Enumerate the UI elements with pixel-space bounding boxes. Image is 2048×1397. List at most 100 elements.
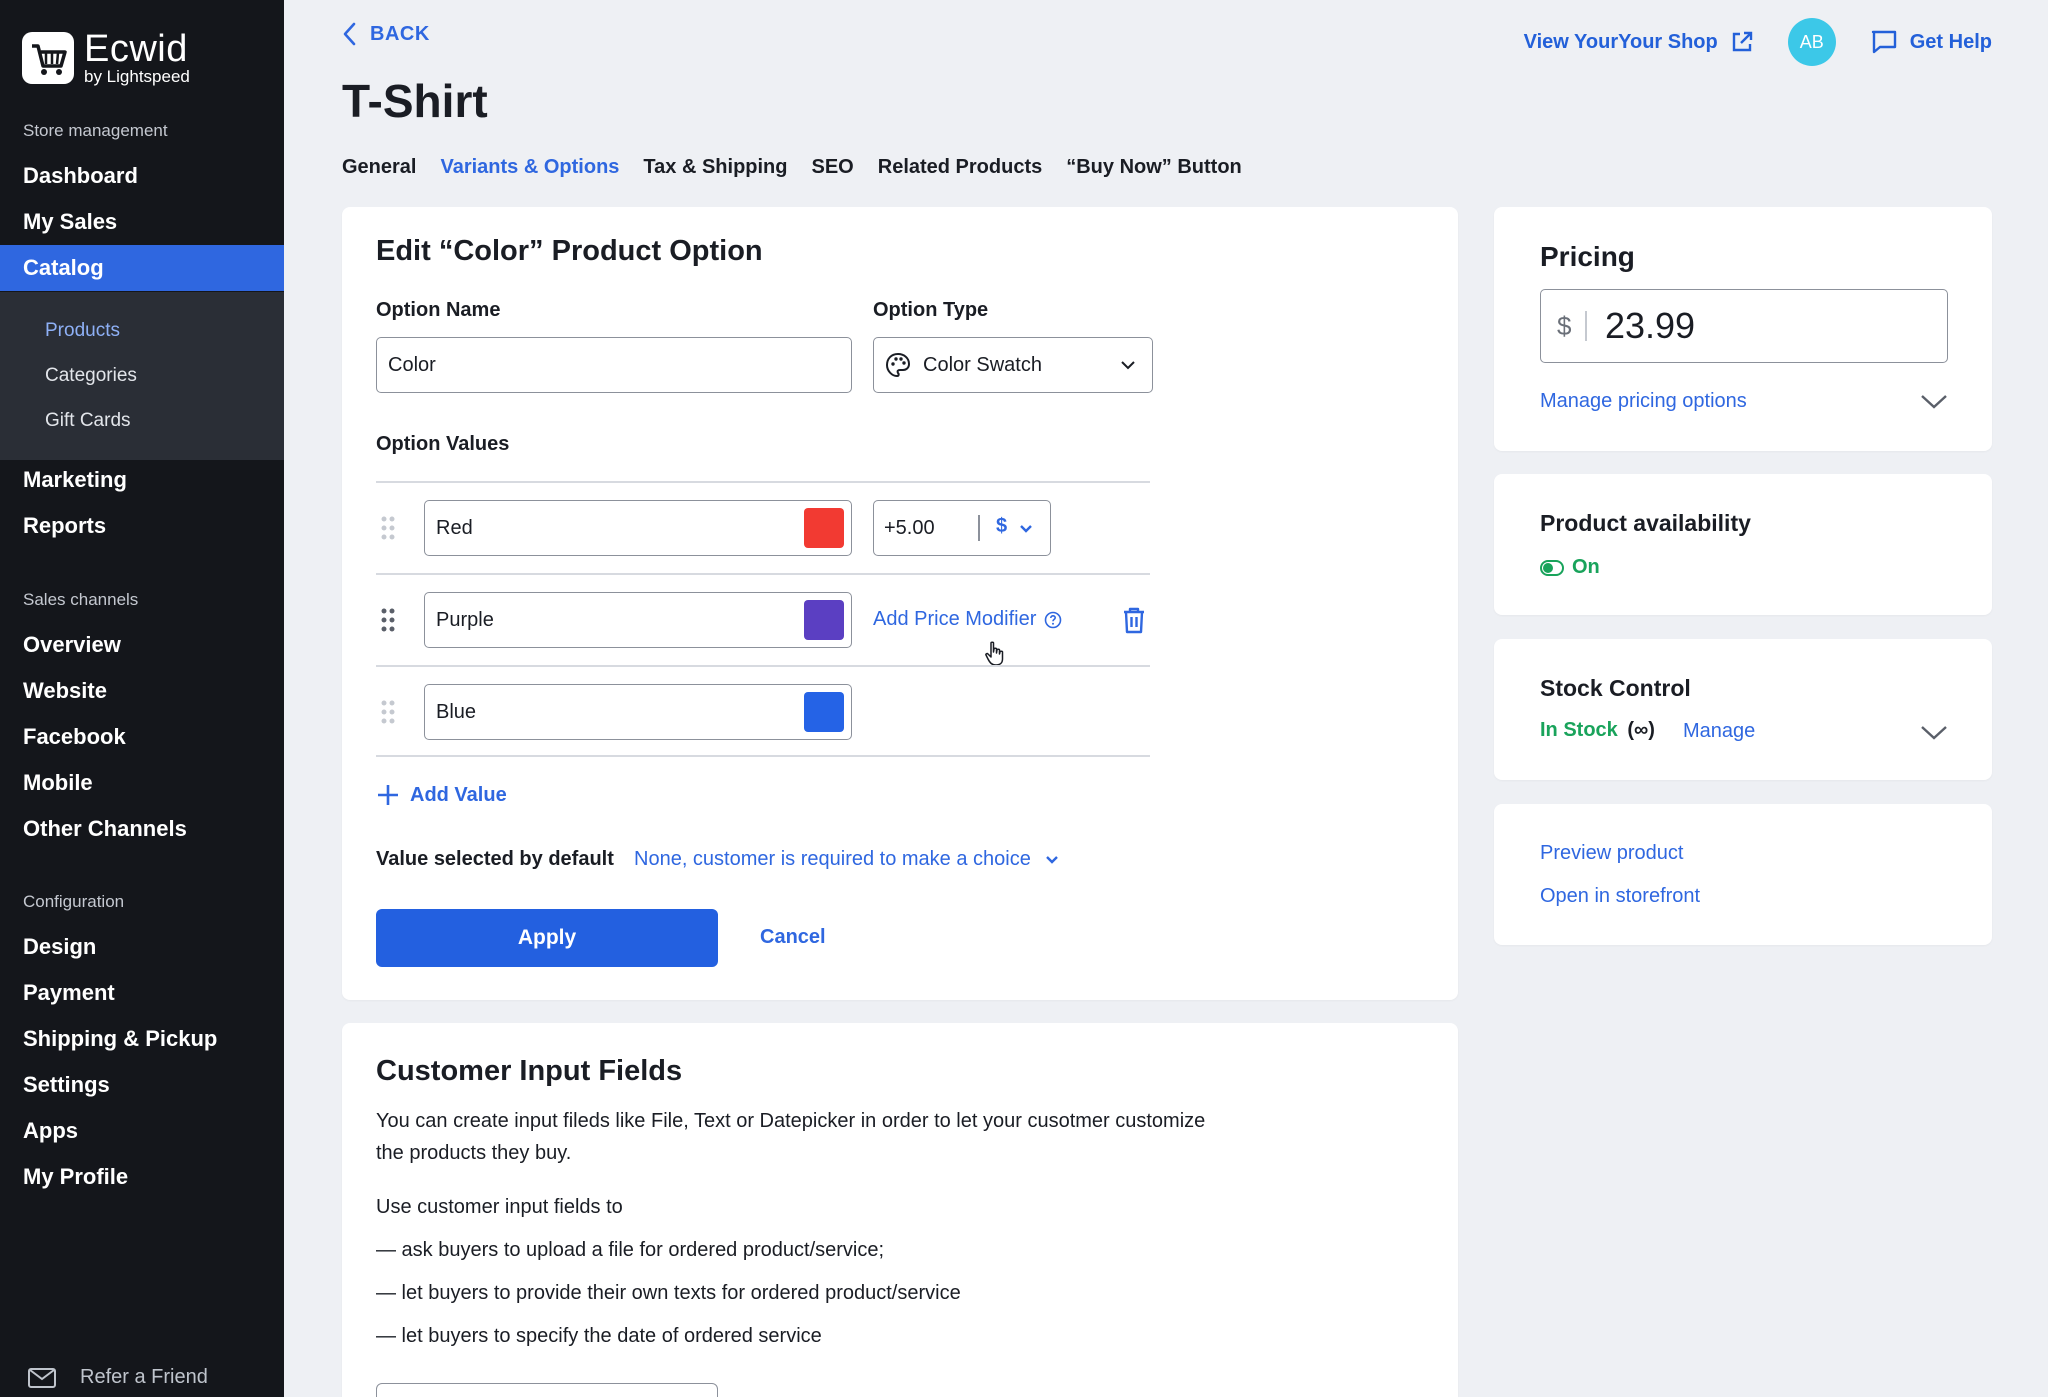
tab-variants-options[interactable]: Variants & Options — [440, 156, 619, 179]
nav-overview[interactable]: Overview — [0, 622, 284, 668]
subnav-gift-cards[interactable]: Gift Cards — [45, 410, 131, 432]
nav-my-profile[interactable]: My Profile — [0, 1154, 284, 1200]
field-separator — [1585, 311, 1587, 341]
value-field-purple[interactable]: Purple — [424, 592, 852, 648]
intro-line-1: You can create input fileds like File, T… — [376, 1110, 1206, 1132]
plus-icon — [378, 785, 398, 805]
palette-icon — [885, 352, 911, 378]
product-tabs: General Variants & Options Tax & Shippin… — [342, 156, 1266, 179]
nav-dashboard[interactable]: Dashboard — [0, 153, 284, 199]
back-link[interactable]: BACK — [342, 22, 430, 46]
nav-other-channels[interactable]: Other Channels — [0, 806, 284, 852]
value-field-blue[interactable]: Blue — [424, 684, 852, 740]
stock-heading: Stock Control — [1540, 675, 1691, 701]
tab-seo[interactable]: SEO — [812, 156, 854, 179]
section-title-channels: Sales channels — [23, 590, 139, 609]
nav-settings[interactable]: Settings — [0, 1062, 284, 1108]
customer-input-card: Customer Input Fields You can create inp… — [342, 1023, 1458, 1397]
back-label: BACK — [370, 22, 430, 45]
envelope-icon — [28, 1367, 56, 1388]
chevron-down-icon[interactable] — [1920, 394, 1948, 410]
tab-buy-now-button[interactable]: “Buy Now” Button — [1066, 156, 1242, 179]
manage-stock-link[interactable]: Manage — [1683, 720, 1755, 743]
nav-apps[interactable]: Apps — [0, 1108, 284, 1154]
default-value-select[interactable]: None, customer is required to make a cho… — [634, 848, 1059, 871]
drag-handle-icon[interactable] — [380, 515, 396, 541]
sidebar: Ecwid by Lightspeed Store management Das… — [0, 0, 284, 1397]
chevron-down-icon — [1046, 856, 1058, 864]
avatar[interactable]: AB — [1787, 18, 1836, 66]
nav-design[interactable]: Design — [0, 924, 284, 970]
color-swatch-purple[interactable] — [804, 600, 844, 640]
default-value-label: Value selected by default — [376, 848, 614, 870]
option-name-field[interactable]: Color — [376, 337, 852, 393]
chevron-down-icon[interactable] — [1920, 725, 1948, 741]
tab-tax-shipping[interactable]: Tax & Shipping — [643, 156, 787, 179]
add-price-modifier-link[interactable]: Add Price Modifier — [873, 608, 1062, 631]
preview-product-link[interactable]: Preview product — [1540, 842, 1683, 865]
manage-pricing-link[interactable]: Manage pricing options — [1540, 390, 1747, 413]
nav-mobile[interactable]: Mobile — [0, 760, 284, 806]
edit-option-card: Edit “Color” Product Option Option Name … — [342, 207, 1458, 1000]
chat-bubble-icon — [1871, 30, 1896, 54]
option-type-select[interactable]: Color Swatch — [873, 337, 1153, 393]
nav-catalog[interactable]: Catalog — [0, 245, 284, 291]
stock-status-text: In Stock — [1540, 719, 1618, 741]
apply-button[interactable]: Apply — [376, 909, 718, 967]
currency-select[interactable]: $ — [996, 515, 1007, 538]
chevron-down-icon — [1121, 361, 1135, 370]
price-modifier-field[interactable]: +5.00 $ — [873, 500, 1051, 556]
divider — [376, 481, 1150, 483]
availability-toggle[interactable]: On — [1540, 556, 1600, 579]
divider — [376, 665, 1150, 667]
add-value-button[interactable]: Add Value — [376, 783, 507, 807]
view-shop-link[interactable]: View YourYour Shop — [1524, 30, 1754, 54]
section-title-config: Configuration — [23, 892, 125, 911]
field-separator — [978, 515, 980, 541]
nav-facebook[interactable]: Facebook — [0, 714, 284, 760]
page-title: T-Shirt — [342, 75, 488, 127]
drag-handle-icon[interactable] — [380, 699, 396, 725]
add-field-button[interactable] — [376, 1383, 718, 1397]
price-modifier-value: +5.00 — [884, 516, 935, 539]
price-currency: $ — [1557, 310, 1572, 341]
view-shop-label: View YourYour Shop — [1523, 30, 1718, 53]
subnav-categories[interactable]: Categories — [45, 365, 137, 387]
get-help-link[interactable]: Get Help — [1870, 29, 1992, 55]
tab-related-products[interactable]: Related Products — [878, 156, 1042, 179]
nav-reports[interactable]: Reports — [0, 503, 284, 549]
value-field-red[interactable]: Red — [424, 500, 852, 556]
subnav-products[interactable]: Products — [45, 320, 120, 342]
stock-infinite: (∞) — [1627, 719, 1655, 741]
availability-heading: Product availability — [1540, 510, 1751, 536]
chevron-down-icon — [1020, 525, 1032, 533]
color-swatch-blue[interactable] — [804, 692, 844, 732]
trash-icon[interactable] — [1122, 606, 1146, 634]
value-name: Blue — [436, 700, 477, 723]
cancel-button[interactable]: Cancel — [760, 926, 826, 949]
option-values-label: Option Values — [376, 433, 510, 455]
refer-a-friend-link[interactable]: Refer a Friend — [28, 1366, 208, 1389]
nav-marketing[interactable]: Marketing — [0, 457, 284, 503]
open-storefront-link[interactable]: Open in storefront — [1540, 885, 1700, 908]
nav-my-sales[interactable]: My Sales — [0, 199, 284, 245]
nav-shipping-pickup[interactable]: Shipping & Pickup — [0, 1016, 284, 1062]
help-circle-icon — [1045, 611, 1062, 628]
links-card: Preview product Open in storefront — [1494, 804, 1992, 945]
intro-line-2: the products they buy. — [376, 1142, 572, 1164]
drag-handle-icon[interactable] — [380, 607, 396, 633]
cart-logo-icon — [22, 32, 74, 84]
tab-general[interactable]: General — [342, 156, 416, 179]
external-link-icon — [1732, 31, 1752, 52]
nav-payment[interactable]: Payment — [0, 970, 284, 1016]
option-type-label: Option Type — [873, 299, 989, 321]
section-title-store: Store management — [23, 121, 168, 140]
color-swatch-red[interactable] — [804, 508, 844, 548]
availability-card: Product availability On — [1494, 474, 1992, 615]
price-field[interactable]: $ 23.99 — [1540, 289, 1948, 363]
add-value-label: Add Value — [410, 783, 507, 806]
stock-status: In Stock (∞) — [1540, 719, 1655, 742]
nav-website[interactable]: Website — [0, 668, 284, 714]
logo[interactable]: Ecwid by Lightspeed — [22, 30, 190, 86]
price-value: 23.99 — [1604, 305, 1696, 346]
